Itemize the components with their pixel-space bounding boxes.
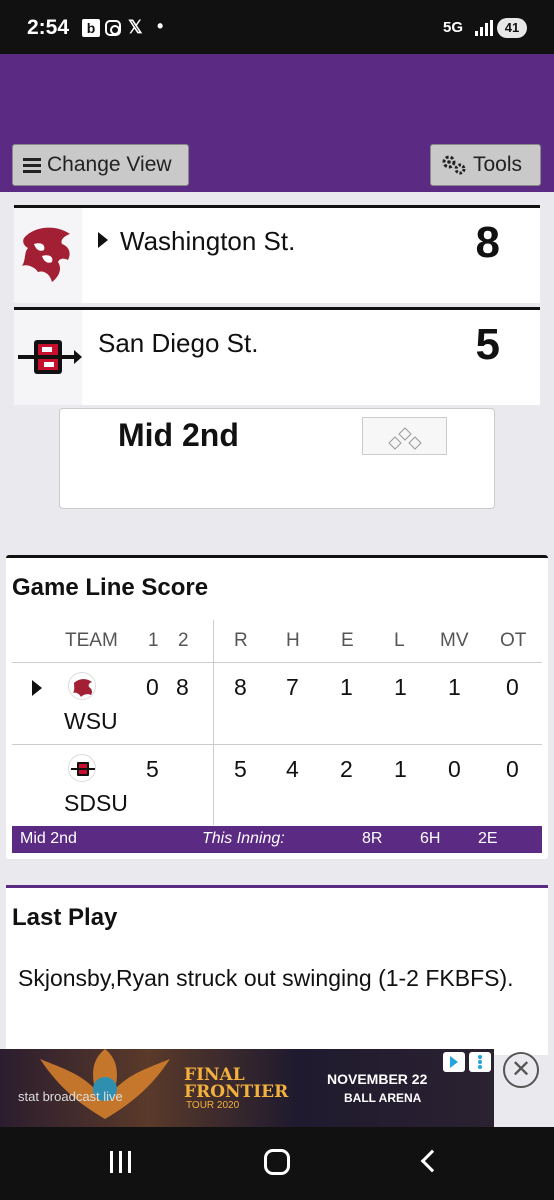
sdsu-logo-icon <box>14 310 82 405</box>
ad-phoenix-artwork-icon <box>40 1049 170 1119</box>
instagram-notification-icon <box>105 20 121 36</box>
android-navigation-bar <box>0 1127 554 1200</box>
change-view-button[interactable]: Change View <box>12 144 189 186</box>
this-inning-hits: 6H <box>420 830 441 847</box>
wsu-hits: 7 <box>286 674 299 700</box>
header-inning-2: 2 <box>178 630 189 651</box>
status-bar: 2:54 b 𝕏 • 5G 41 <box>0 0 554 54</box>
last-play-text: Skjonsby,Ryan struck out swinging (1-2 F… <box>18 965 514 991</box>
network-type: 5G <box>443 19 464 36</box>
status-time: 2:54 <box>27 16 70 39</box>
header-errors: E <box>341 630 354 651</box>
ad-date: NOVEMBER 22 <box>327 1071 428 1087</box>
home-icon[interactable] <box>264 1149 290 1175</box>
this-inning-errors: 2E <box>478 830 498 847</box>
ad-subtitle: TOUR 2020 <box>186 1100 240 1111</box>
footer-inning-status: Mid 2nd <box>20 830 77 847</box>
sdsu-hits: 4 <box>286 756 299 782</box>
ad-choices-icon[interactable] <box>443 1052 465 1072</box>
inning-status-box: Mid 2nd <box>59 408 495 509</box>
sdsu-l: 1 <box>394 756 407 782</box>
recent-apps-icon[interactable] <box>108 1151 134 1173</box>
team-name-san-diego-st: San Diego St. <box>98 328 259 358</box>
ad-title: FINAL FRONTIER <box>184 1065 289 1102</box>
batting-indicator-icon <box>98 232 108 248</box>
this-inning-label: This Inning: <box>202 830 285 847</box>
wsu-runs: 8 <box>234 674 247 700</box>
this-inning-runs: 8R <box>362 830 383 847</box>
more-notifications-dot-icon: • <box>157 16 164 36</box>
wsu-mv: 1 <box>448 674 461 700</box>
gears-icon <box>441 154 467 176</box>
last-play-card: Last Play Skjonsby,Ryan struck out swing… <box>6 885 548 1055</box>
table-divider <box>213 620 214 825</box>
row-divider <box>12 744 542 745</box>
header-team: TEAM <box>65 630 118 651</box>
sdsu-small-logo-icon <box>68 754 96 782</box>
sdsu-inning-1: 5 <box>146 756 159 782</box>
header-mv: MV <box>440 630 469 651</box>
back-icon[interactable] <box>420 1149 444 1173</box>
batting-indicator-icon <box>32 680 42 696</box>
battery-indicator: 41 <box>497 18 527 38</box>
header-hits: H <box>286 630 300 651</box>
sdsu-mv: 0 <box>448 756 461 782</box>
header-l: L <box>394 630 405 651</box>
last-play-title: Last Play <box>12 904 118 931</box>
wsu-ot: 0 <box>506 674 519 700</box>
team-card-washington-st[interactable]: Washington St. 8 <box>14 205 540 303</box>
tools-button[interactable]: Tools <box>430 144 541 186</box>
wsu-inning-1: 0 <box>146 674 159 700</box>
team-name-washington-st: Washington St. <box>98 226 295 257</box>
wsu-small-logo-icon <box>68 672 96 700</box>
sdsu-ot: 0 <box>506 756 519 782</box>
header-inning-1: 1 <box>148 630 159 651</box>
team-score-san-diego-st: 5 <box>475 320 500 369</box>
team-abbr-wsu: WSU <box>64 708 118 734</box>
ad-brand-watermark: stat broadcast live <box>18 1089 123 1104</box>
sdsu-errors: 2 <box>340 756 353 782</box>
game-line-score-card: Game Line Score TEAM 1 2 R H E L MV OT W… <box>6 555 548 859</box>
change-view-label: Change View <box>47 153 172 176</box>
wsu-cougar-logo-icon <box>14 208 82 303</box>
row-divider <box>12 662 542 663</box>
wsu-inning-2: 8 <box>176 674 189 700</box>
ad-venue: BALL ARENA <box>344 1091 422 1105</box>
b-app-notification-icon: b <box>82 19 100 37</box>
inning-status: Mid 2nd <box>118 417 239 453</box>
this-inning-summary-bar: Mid 2nd This Inning: 8R 6H 2E <box>12 826 542 853</box>
bases-diamond-icon <box>362 417 447 455</box>
ad-banner[interactable]: stat broadcast live FINAL FRONTIER TOUR 2… <box>0 1049 494 1127</box>
signal-bars-icon <box>475 20 493 36</box>
team-score-washington-st: 8 <box>475 218 500 267</box>
team-abbr-sdsu: SDSU <box>64 790 128 816</box>
hamburger-menu-icon <box>23 158 41 173</box>
header-ot: OT <box>500 630 527 651</box>
sdsu-runs: 5 <box>234 756 247 782</box>
line-score-title: Game Line Score <box>12 574 209 601</box>
team-card-san-diego-st[interactable]: San Diego St. 5 <box>14 307 540 405</box>
wsu-errors: 1 <box>340 674 353 700</box>
x-notification-icon: 𝕏 <box>128 17 143 37</box>
wsu-l: 1 <box>394 674 407 700</box>
ad-close-button[interactable]: ✕ <box>503 1052 539 1088</box>
ad-more-options-icon[interactable] <box>469 1052 491 1072</box>
header-runs: R <box>234 630 248 651</box>
tools-label: Tools <box>473 153 523 176</box>
